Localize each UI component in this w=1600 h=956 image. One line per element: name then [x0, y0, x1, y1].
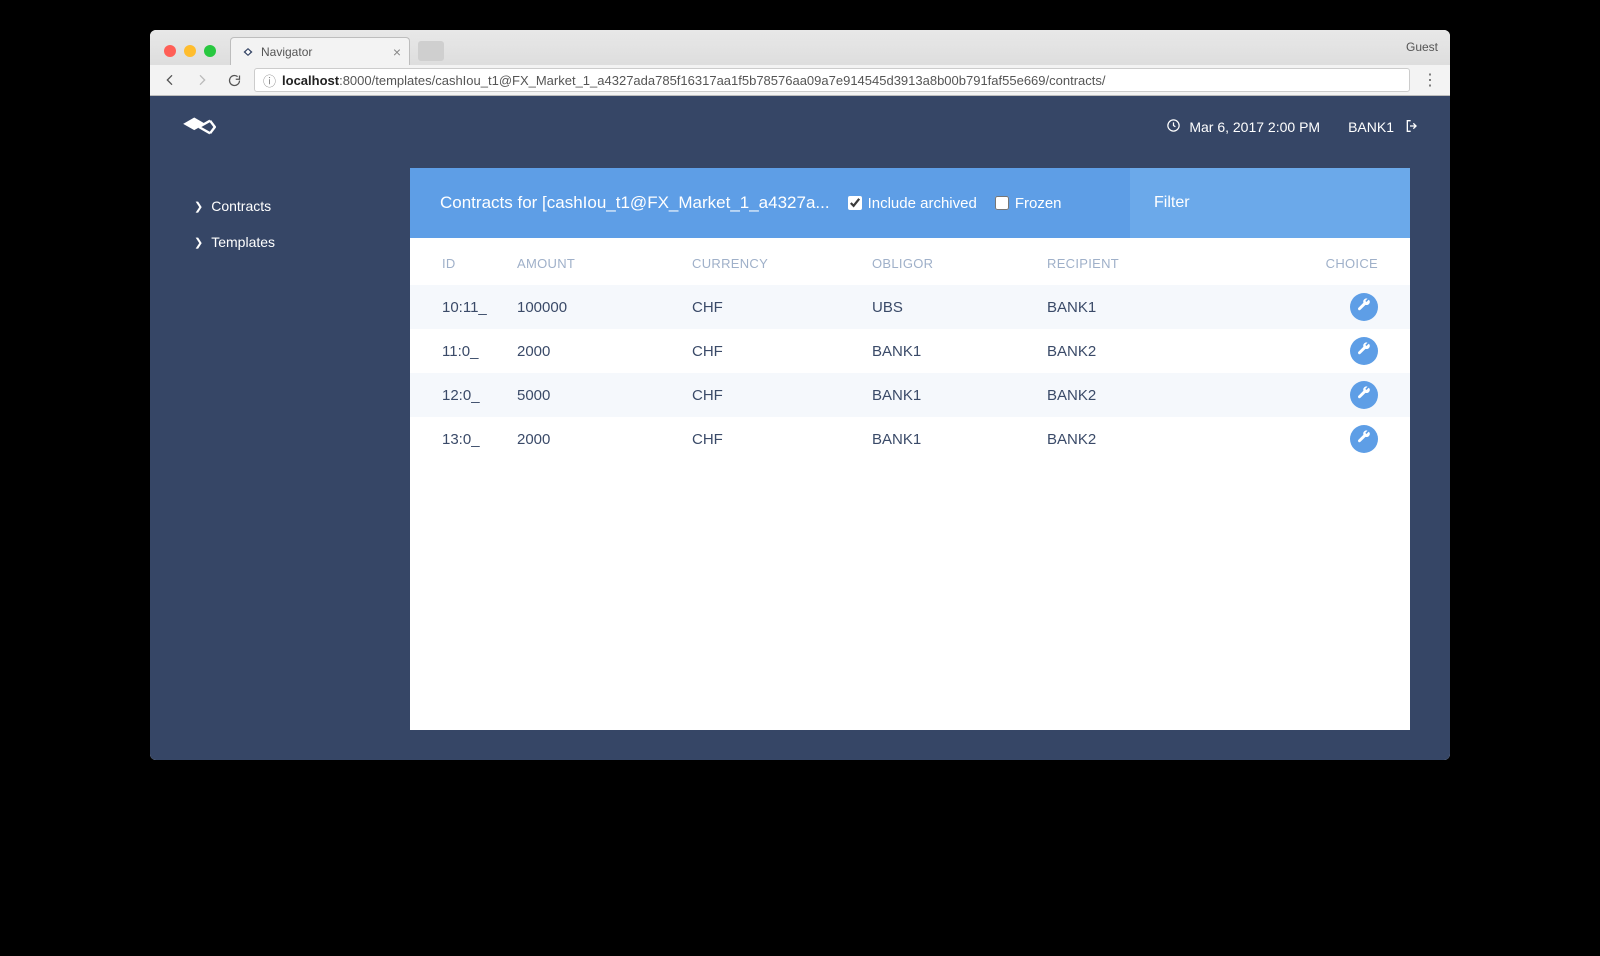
cell-id: 13:0_	[442, 431, 517, 448]
panel-title: Contracts for [cashIou_t1@FX_Market_1_a4…	[440, 193, 830, 213]
user-label: BANK1	[1348, 119, 1394, 135]
browser-menu-button[interactable]: ⋮	[1418, 68, 1442, 92]
chevron-right-icon: ❯	[194, 200, 203, 213]
th-currency[interactable]: CURRENCY	[692, 256, 872, 271]
browser-tab[interactable]: Navigator ×	[230, 37, 410, 65]
th-amount[interactable]: AMOUNT	[517, 256, 692, 271]
include-archived-label: Include archived	[868, 195, 977, 212]
datetime-text: Mar 6, 2017 2:00 PM	[1189, 119, 1320, 135]
cell-amount: 5000	[517, 387, 692, 404]
include-archived-checkbox[interactable]: Include archived	[848, 195, 977, 212]
cell-obligor: BANK1	[872, 387, 1047, 404]
wrench-icon	[1357, 298, 1371, 316]
logout-icon[interactable]	[1404, 118, 1420, 137]
th-id[interactable]: ID	[442, 256, 517, 271]
wrench-icon	[1357, 386, 1371, 404]
cell-obligor: BANK1	[872, 343, 1047, 360]
cell-currency: CHF	[692, 387, 872, 404]
browser-window: Navigator × Guest ⓘ localhost:8000/templ…	[150, 30, 1450, 760]
sidebar-item-label: Contracts	[211, 198, 271, 214]
choice-action-button[interactable]	[1350, 381, 1378, 409]
cell-id: 12:0_	[442, 387, 517, 404]
wrench-icon	[1357, 342, 1371, 360]
cell-obligor: UBS	[872, 299, 1047, 316]
table-header: ID AMOUNT CURRENCY OBLIGOR RECIPIENT CHO…	[410, 238, 1410, 285]
close-tab-icon[interactable]: ×	[393, 44, 401, 60]
cell-recipient: BANK2	[1047, 387, 1308, 404]
back-button[interactable]	[158, 68, 182, 92]
table-row[interactable]: 12:0_5000CHFBANK1BANK2	[410, 373, 1410, 417]
table-row[interactable]: 11:0_2000CHFBANK1BANK2	[410, 329, 1410, 373]
cell-recipient: BANK2	[1047, 431, 1308, 448]
maximize-window-icon[interactable]	[204, 45, 216, 57]
sidebar-item-templates[interactable]: ❯ Templates	[194, 224, 410, 260]
cell-id: 11:0_	[442, 343, 517, 360]
table-row[interactable]: 10:11_100000CHFUBSBANK1	[410, 285, 1410, 329]
sidebar-item-label: Templates	[211, 234, 275, 250]
choice-action-button[interactable]	[1350, 337, 1378, 365]
cell-choice	[1308, 293, 1378, 321]
cell-currency: CHF	[692, 343, 872, 360]
sidebar-item-contracts[interactable]: ❯ Contracts	[194, 188, 410, 224]
table-row[interactable]: 13:0_2000CHFBANK1BANK2	[410, 417, 1410, 461]
app-header: Mar 6, 2017 2:00 PM BANK1	[150, 96, 1450, 158]
minimize-window-icon[interactable]	[184, 45, 196, 57]
frozen-input[interactable]	[995, 196, 1009, 210]
cell-amount: 2000	[517, 431, 692, 448]
forward-button[interactable]	[190, 68, 214, 92]
new-tab-button[interactable]	[418, 41, 444, 61]
contracts-table: ID AMOUNT CURRENCY OBLIGOR RECIPIENT CHO…	[410, 238, 1410, 730]
cell-amount: 100000	[517, 299, 692, 316]
filter-input[interactable]: Filter	[1154, 194, 1190, 212]
cell-amount: 2000	[517, 343, 692, 360]
favicon-icon	[241, 45, 255, 59]
address-bar[interactable]: ⓘ localhost:8000/templates/cashIou_t1@FX…	[254, 68, 1410, 92]
cell-currency: CHF	[692, 299, 872, 316]
sidebar: ❯ Contracts ❯ Templates	[150, 158, 410, 730]
info-icon: ⓘ	[263, 71, 276, 90]
profile-label[interactable]: Guest	[1406, 40, 1438, 54]
url-text: localhost:8000/templates/cashIou_t1@FX_M…	[282, 73, 1105, 88]
toolbar: ⓘ localhost:8000/templates/cashIou_t1@FX…	[150, 65, 1450, 95]
cell-recipient: BANK2	[1047, 343, 1308, 360]
wrench-icon	[1357, 430, 1371, 448]
close-window-icon[interactable]	[164, 45, 176, 57]
browser-chrome: Navigator × Guest ⓘ localhost:8000/templ…	[150, 30, 1450, 96]
panel-header: Contracts for [cashIou_t1@FX_Market_1_a4…	[410, 168, 1410, 238]
cell-recipient: BANK1	[1047, 299, 1308, 316]
header-user[interactable]: BANK1	[1348, 118, 1420, 137]
app: Mar 6, 2017 2:00 PM BANK1 ❯ Contracts ❯	[150, 96, 1450, 760]
cell-choice	[1308, 381, 1378, 409]
window-controls	[160, 45, 224, 65]
header-right: Mar 6, 2017 2:00 PM BANK1	[1166, 118, 1420, 137]
chevron-right-icon: ❯	[194, 236, 203, 249]
content: ❯ Contracts ❯ Templates Contracts for [c…	[150, 158, 1450, 760]
cell-obligor: BANK1	[872, 431, 1047, 448]
cell-currency: CHF	[692, 431, 872, 448]
clock-icon	[1166, 118, 1181, 136]
cell-choice	[1308, 425, 1378, 453]
header-datetime: Mar 6, 2017 2:00 PM	[1166, 118, 1320, 136]
tab-title: Navigator	[261, 45, 312, 59]
reload-button[interactable]	[222, 68, 246, 92]
th-obligor[interactable]: OBLIGOR	[872, 256, 1047, 271]
tab-strip: Navigator × Guest	[150, 30, 1450, 65]
frozen-label: Frozen	[1015, 195, 1062, 212]
cell-id: 10:11_	[442, 299, 517, 316]
table-body: 10:11_100000CHFUBSBANK111:0_2000CHFBANK1…	[410, 285, 1410, 461]
filter-cell: Filter	[1130, 168, 1410, 238]
main-panel: Contracts for [cashIou_t1@FX_Market_1_a4…	[410, 168, 1410, 730]
cell-choice	[1308, 337, 1378, 365]
th-recipient[interactable]: RECIPIENT	[1047, 256, 1308, 271]
th-choice: CHOICE	[1308, 256, 1378, 271]
include-archived-input[interactable]	[848, 196, 862, 210]
choice-action-button[interactable]	[1350, 293, 1378, 321]
choice-action-button[interactable]	[1350, 425, 1378, 453]
brand-logo-icon[interactable]	[180, 108, 218, 146]
frozen-checkbox[interactable]: Frozen	[995, 195, 1062, 212]
